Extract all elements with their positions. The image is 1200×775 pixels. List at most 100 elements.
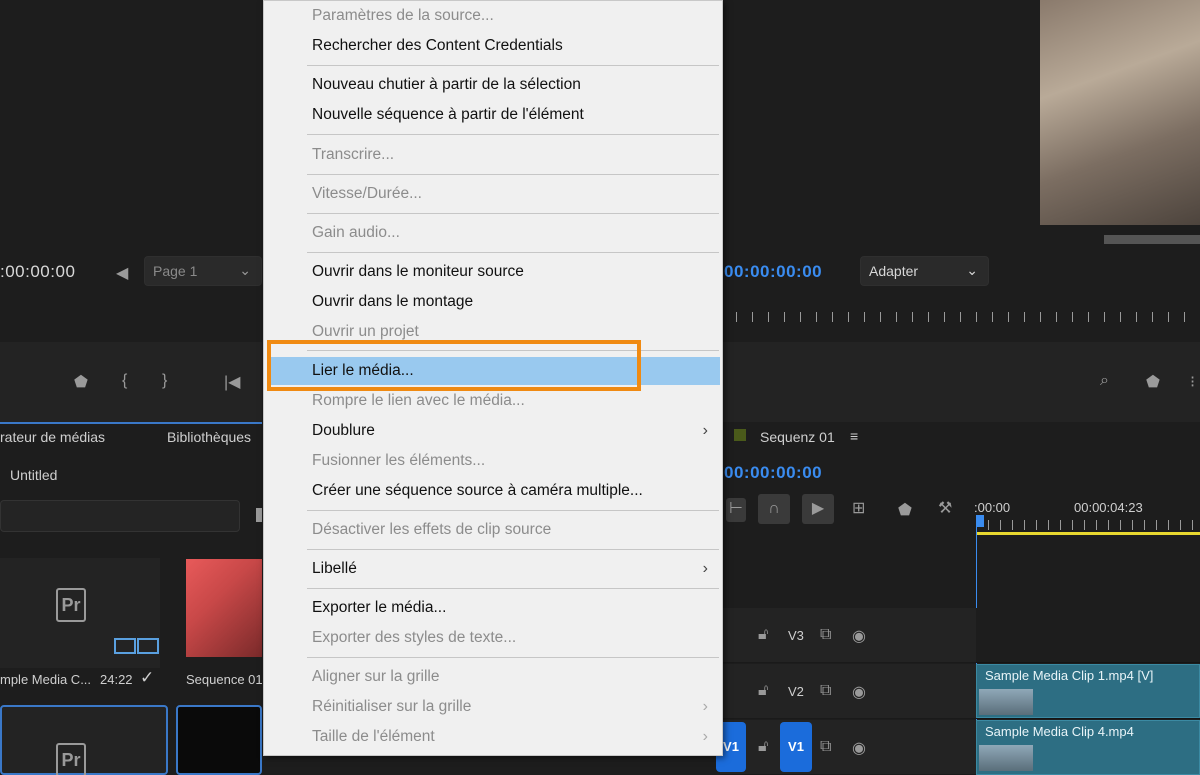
menu-item-export-text-styles[interactable]: Exporter des styles de texte...: [269, 624, 720, 652]
menu-item-transcribe[interactable]: Transcrire...: [269, 141, 720, 169]
menu-item-new-sequence[interactable]: Nouvelle séquence à partir de l'élément: [269, 101, 720, 129]
project-item-black[interactable]: [176, 705, 262, 775]
fit-dropdown[interactable]: Adapter ⌄: [860, 256, 989, 286]
menu-item-clip-size[interactable]: Taille de l'élément ›: [269, 723, 720, 751]
menu-item-label: Fusionner les éléments...: [312, 452, 486, 469]
timeline-marker-icon[interactable]: ⬟: [898, 500, 912, 520]
sync-lock-icon[interactable]: ⧉: [820, 626, 831, 644]
playhead[interactable]: [976, 515, 984, 527]
sync-lock-icon[interactable]: ⧉: [820, 682, 831, 700]
menu-separator: [307, 657, 719, 658]
new-bin-icon[interactable]: [256, 508, 262, 522]
menu-item-label: Nouveau chutier à partir de la sélection: [312, 76, 581, 93]
menu-item-speed-duration[interactable]: Vitesse/Durée...: [269, 180, 720, 208]
tab-libraries[interactable]: Bibliothèques: [167, 429, 251, 445]
program-timecode[interactable]: 00:00:00:00: [724, 262, 822, 282]
menu-item-label-color[interactable]: Libellé ›: [269, 555, 720, 583]
page-prev-icon[interactable]: ◀: [116, 263, 128, 283]
snap-icon[interactable]: ⊢: [726, 498, 746, 522]
track-label: V2: [788, 684, 804, 699]
menu-item-proxy[interactable]: Doublure ›: [269, 417, 720, 445]
chevron-down-icon: ⌄: [966, 262, 978, 278]
lock-icon[interactable]: 🔓︎: [758, 626, 768, 644]
menu-item-content-credentials[interactable]: Rechercher des Content Credentials: [269, 32, 720, 60]
search-input[interactable]: [0, 500, 240, 532]
menu-separator: [307, 549, 719, 550]
menu-item-open-timeline[interactable]: Ouvrir dans le montage: [269, 288, 720, 316]
menu-item-label: Taille de l'élément: [312, 728, 435, 745]
panel-menu-icon[interactable]: ≡: [850, 428, 858, 444]
mark-in-icon[interactable]: {: [122, 372, 127, 390]
ruler-start: :00:00: [974, 500, 1011, 515]
menu-item-label: Réinitialiser sur la grille: [312, 698, 472, 715]
source-timecode[interactable]: :00:00:00: [0, 262, 75, 282]
chevron-right-icon: ›: [702, 728, 708, 745]
lock-icon[interactable]: 🔓︎: [758, 738, 768, 756]
monitor-scrollbar[interactable]: [1104, 235, 1200, 244]
track-area-v1[interactable]: Sample Media Clip 4.mp4: [976, 720, 1200, 775]
export-frame-icon[interactable]: ⌕: [1100, 372, 1109, 390]
menu-item-label: Ouvrir dans le moniteur source: [312, 263, 524, 280]
menu-item-multicam[interactable]: Créer une séquence source à caméra multi…: [269, 477, 720, 505]
menu-item-merge-clips[interactable]: Fusionner les éléments...: [269, 447, 720, 475]
clip-name: mple Media C...: [0, 672, 92, 687]
clip-thumbnail: [979, 689, 1033, 715]
clip-label: Sample Media Clip 1.mp4 [V]: [985, 668, 1154, 683]
menu-item-source-settings[interactable]: Paramètres de la source...: [269, 2, 720, 30]
menu-separator: [307, 213, 719, 214]
project-item-clip[interactable]: Pr: [0, 558, 160, 668]
lock-icon[interactable]: 🔓︎: [758, 682, 768, 700]
eye-icon[interactable]: ◉: [852, 626, 866, 646]
menu-item-open-source-monitor[interactable]: Ouvrir dans le moniteur source: [269, 258, 720, 286]
menu-item-label: Désactiver les effets de clip source: [312, 521, 552, 538]
magnet-icon[interactable]: ∩: [758, 494, 790, 524]
menu-separator: [307, 252, 719, 253]
add-marker-icon[interactable]: ⬟: [74, 372, 88, 392]
linked-selection-icon[interactable]: ▶: [802, 494, 834, 524]
eye-icon[interactable]: ◉: [852, 738, 866, 758]
mark-out-icon[interactable]: }: [162, 372, 167, 390]
menu-item-label: Transcrire...: [312, 146, 395, 163]
program-transport-controls: ⌕ ⬟ ⁝: [720, 342, 1200, 422]
menu-item-label: Nouvelle séquence à partir de l'élément: [312, 106, 584, 123]
wrench-icon[interactable]: ⚒: [938, 498, 952, 518]
sequence-color-swatch: [734, 429, 746, 441]
add-edit-icon[interactable]: ⊞: [852, 498, 865, 518]
add-marker-icon[interactable]: ⬟: [1146, 372, 1160, 392]
track-area-v3[interactable]: [976, 608, 1200, 663]
sync-lock-icon[interactable]: ⧉: [820, 738, 831, 756]
menu-item-label: Ouvrir dans le montage: [312, 293, 474, 310]
timeline-clip[interactable]: Sample Media Clip 4.mp4: [976, 720, 1200, 775]
program-ruler[interactable]: [720, 312, 1200, 322]
sequence-thumbnail[interactable]: [186, 559, 262, 657]
menu-item-unlink-media[interactable]: Rompre le lien avec le média...: [269, 387, 720, 415]
menu-item-label: Ouvrir un projet: [312, 323, 419, 340]
menu-item-align-grid[interactable]: Aligner sur la grille: [269, 663, 720, 691]
tab-sequence[interactable]: Sequenz 01: [760, 429, 835, 445]
menu-item-new-bin[interactable]: Nouveau chutier à partir de la sélection: [269, 71, 720, 99]
menu-item-reset-grid[interactable]: Réinitialiser sur la grille ›: [269, 693, 720, 721]
track-area-v2[interactable]: Sample Media Clip 1.mp4 [V]: [976, 664, 1200, 719]
page-dropdown[interactable]: Page 1 ⌄: [144, 256, 262, 286]
menu-item-disable-effects[interactable]: Désactiver les effets de clip source: [269, 516, 720, 544]
eye-icon[interactable]: ◉: [852, 682, 866, 702]
project-item-selected[interactable]: Pr: [0, 705, 168, 775]
timeline-clip[interactable]: Sample Media Clip 1.mp4 [V]: [976, 664, 1200, 718]
menu-item-audio-gain[interactable]: Gain audio...: [269, 219, 720, 247]
tab-media-browser[interactable]: rateur de médias: [0, 429, 105, 445]
panel-active-bar: [0, 422, 262, 424]
menu-item-export-media[interactable]: Exporter le média...: [269, 594, 720, 622]
track-target-v1[interactable]: V1: [780, 722, 812, 772]
premiere-file-icon: Pr: [56, 743, 86, 775]
work-area-bar[interactable]: [976, 532, 1200, 535]
timeline-ruler[interactable]: [976, 520, 1200, 530]
menu-separator: [307, 65, 719, 66]
video-preview: [1040, 0, 1200, 225]
clip-thumbnail: [979, 745, 1033, 771]
annotation-highlight-box: [267, 340, 641, 391]
timeline-timecode[interactable]: 00:00:00:00: [724, 463, 822, 483]
settings-icon[interactable]: ⁝: [1190, 372, 1195, 392]
source-monitor: :00:00:00 ◀ Page 1 ⌄: [0, 0, 262, 358]
go-to-in-icon[interactable]: |◀: [224, 372, 240, 392]
menu-item-label: Paramètres de la source...: [312, 7, 494, 24]
